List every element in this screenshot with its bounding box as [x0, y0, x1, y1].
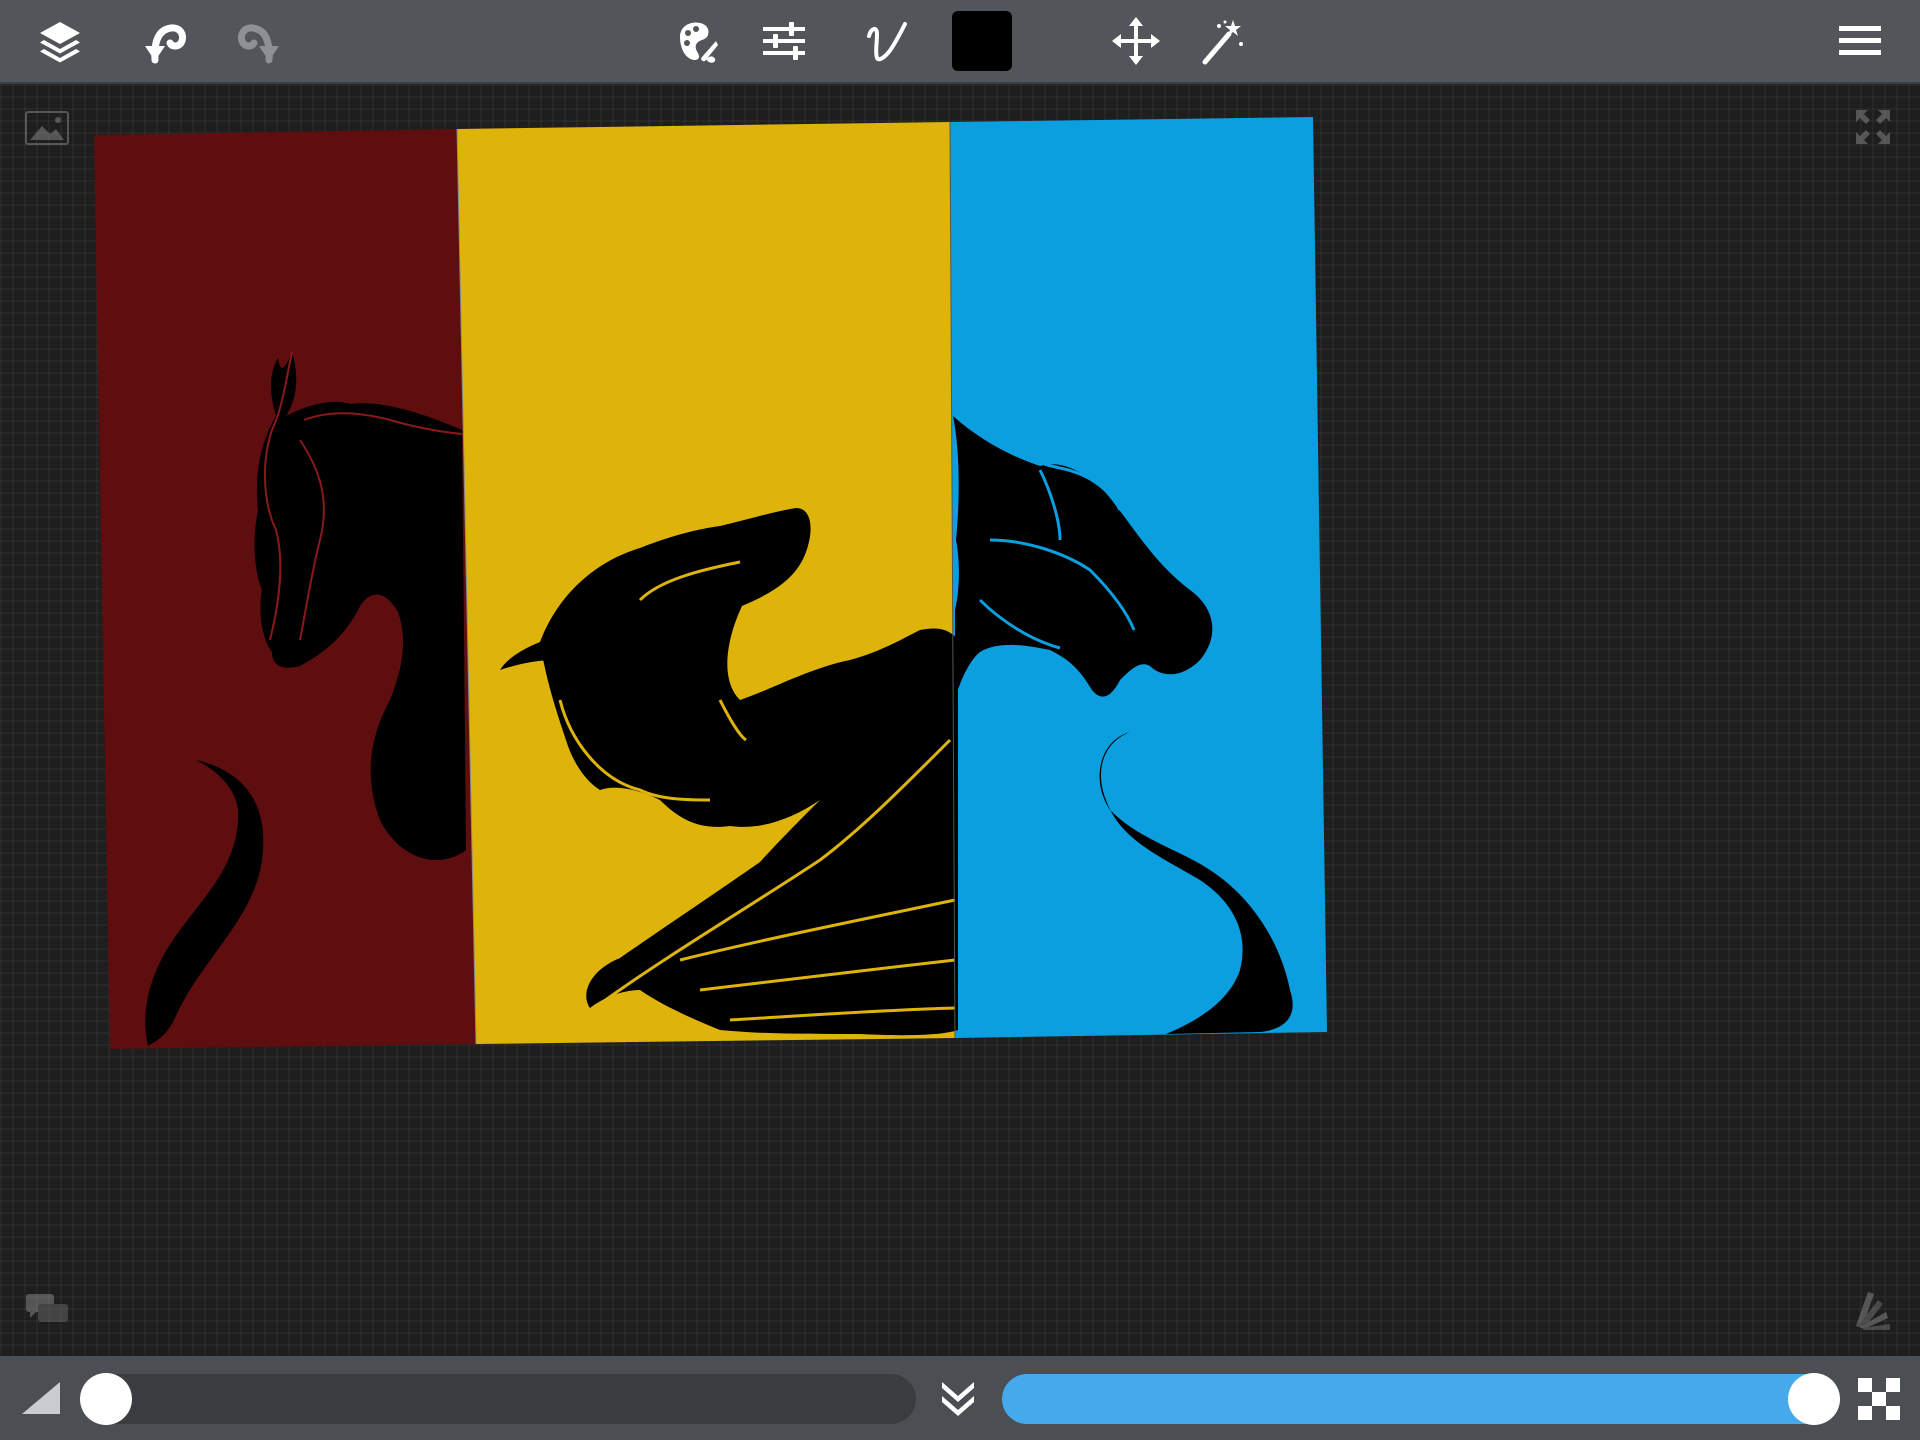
brush-size-icon	[22, 1382, 60, 1414]
brush-library-button[interactable]	[668, 11, 728, 71]
collapse-icon[interactable]	[938, 1378, 978, 1418]
brush-size-thumb[interactable]	[80, 1373, 132, 1425]
magic-wand-button[interactable]	[1192, 11, 1252, 71]
redo-button[interactable]	[228, 11, 288, 71]
top-toolbar	[0, 0, 1920, 84]
main-menu-button[interactable]	[1830, 11, 1890, 71]
stroke-icon	[867, 22, 907, 62]
stroke-button[interactable]	[856, 11, 916, 71]
adjustments-icon	[763, 22, 805, 60]
canvas-area[interactable]	[0, 84, 1920, 1356]
redo-icon	[237, 24, 279, 64]
adjustments-button[interactable]	[754, 11, 814, 71]
menu-icon	[1839, 26, 1881, 55]
color-swatch[interactable]	[952, 11, 1012, 71]
undo-icon	[145, 24, 187, 64]
move-icon	[1112, 17, 1160, 65]
layers-icon	[40, 22, 80, 63]
move-button[interactable]	[1106, 11, 1166, 71]
layers-button[interactable]	[30, 11, 90, 71]
transparency-icon[interactable]	[1858, 1378, 1900, 1420]
brush-library-icon	[680, 22, 718, 63]
brush-size-track[interactable]	[80, 1374, 916, 1424]
undo-button[interactable]	[136, 11, 196, 71]
opacity-thumb[interactable]	[1788, 1373, 1840, 1425]
opacity-track[interactable]	[1002, 1374, 1840, 1424]
bottom-toolbar	[0, 1356, 1920, 1440]
magic-wand-icon	[1202, 20, 1243, 65]
artwork-canvas[interactable]	[0, 84, 1920, 1356]
